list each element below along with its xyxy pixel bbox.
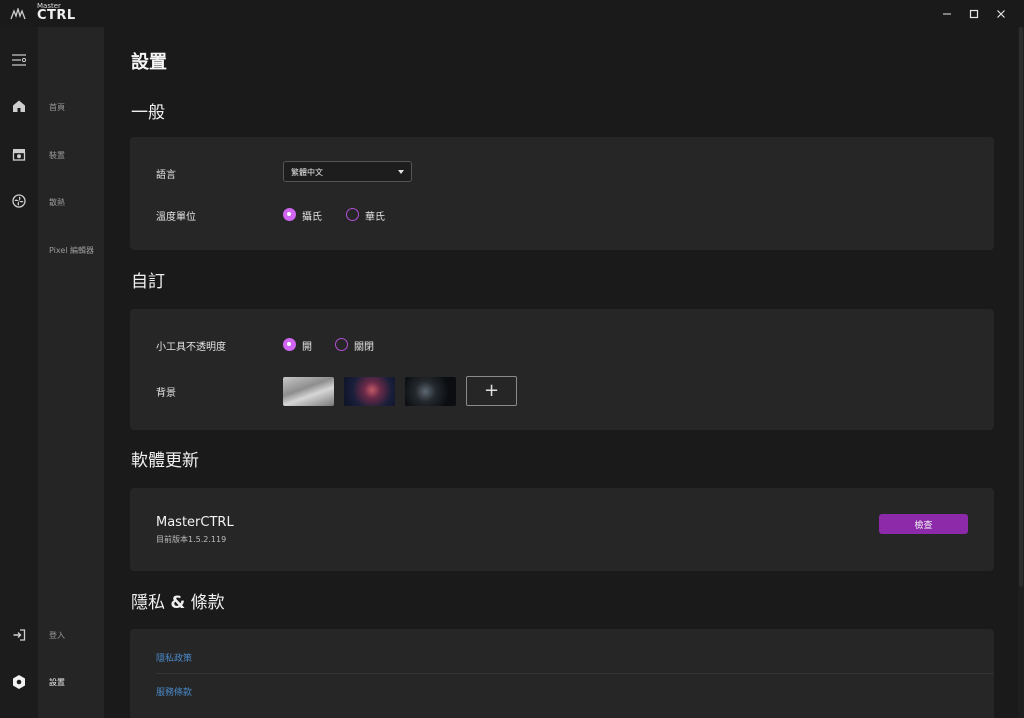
check-update-button[interactable]: 檢查 bbox=[879, 514, 968, 534]
sidebar-item-pixel-editor[interactable]: Pixel 編輯器 bbox=[49, 245, 94, 256]
celsius-radio[interactable] bbox=[283, 208, 296, 221]
logo-big-text: CTRL bbox=[37, 8, 76, 23]
divider bbox=[156, 673, 994, 674]
update-card: MasterCTRL 目前版本1.5.2.119 檢查 bbox=[130, 488, 994, 571]
close-button[interactable] bbox=[988, 0, 1014, 27]
device-icon bbox=[12, 149, 26, 161]
sidebar-item-login[interactable]: 登入 bbox=[49, 630, 65, 641]
mastercooler-logo-icon bbox=[10, 8, 26, 20]
collapse-menu-icon bbox=[12, 54, 27, 66]
celsius-label[interactable]: 攝氏 bbox=[302, 208, 322, 223]
main-content: 設置 一般 語言 繁體中文 溫度單位 攝氏 華氏 自訂 小工具不透明度 開 關閉… bbox=[104, 27, 1018, 718]
background-thumbnail[interactable] bbox=[283, 377, 334, 406]
chevron-down-icon bbox=[398, 170, 404, 174]
collapse-menu-button[interactable] bbox=[10, 51, 28, 69]
privacy-title-ampersand: & bbox=[170, 593, 186, 613]
privacy-policy-link[interactable]: 隱私政策 bbox=[156, 651, 192, 664]
minimize-button[interactable] bbox=[934, 0, 960, 27]
background-thumbnail[interactable] bbox=[344, 377, 395, 406]
opacity-off-label[interactable]: 關閉 bbox=[354, 338, 374, 353]
rail-item-device[interactable] bbox=[10, 145, 28, 163]
language-select-value: 繁體中文 bbox=[291, 168, 323, 177]
privacy-title-part2: 條款 bbox=[185, 593, 225, 613]
terms-of-service-link[interactable]: 服務條款 bbox=[156, 685, 192, 698]
home-icon bbox=[13, 100, 25, 112]
fahrenheit-radio[interactable] bbox=[346, 208, 359, 221]
section-title-custom: 自訂 bbox=[131, 272, 165, 292]
minimize-icon bbox=[943, 13, 951, 14]
background-thumbnail[interactable] bbox=[405, 377, 456, 406]
language-label: 語言 bbox=[156, 170, 176, 181]
fan-icon bbox=[12, 194, 26, 208]
sidebar-item-device[interactable]: 裝置 bbox=[49, 150, 65, 161]
login-icon bbox=[13, 629, 26, 641]
sidebar-item-settings[interactable]: 設置 bbox=[49, 677, 65, 688]
privacy-card: 隱私政策 服務條款 bbox=[130, 629, 994, 718]
opacity-on-label[interactable]: 開 bbox=[302, 338, 312, 353]
section-title-privacy: 隱私 & 條款 bbox=[131, 588, 225, 613]
opacity-on-radio[interactable] bbox=[283, 338, 296, 351]
section-title-general: 一般 bbox=[131, 103, 165, 123]
sidebar: 首頁 裝置 散熱 Pixel 編輯器 登入 設置 bbox=[38, 27, 104, 718]
close-icon bbox=[997, 9, 1005, 18]
rail-item-home[interactable] bbox=[10, 97, 28, 115]
rail-item-settings[interactable] bbox=[10, 673, 28, 691]
maximize-button[interactable] bbox=[961, 0, 987, 27]
sidebar-item-cooling[interactable]: 散熱 bbox=[49, 197, 65, 208]
custom-card: 小工具不透明度 開 關閉 背景 + bbox=[130, 309, 994, 430]
maximize-icon bbox=[969, 9, 979, 18]
widget-opacity-label: 小工具不透明度 bbox=[156, 342, 226, 353]
general-card: 語言 繁體中文 溫度單位 攝氏 華氏 bbox=[130, 137, 994, 250]
sidebar-item-home[interactable]: 首頁 bbox=[49, 102, 65, 113]
scrollbar[interactable] bbox=[1018, 27, 1024, 718]
language-select[interactable]: 繁體中文 bbox=[283, 161, 412, 182]
app-name: MasterCTRL bbox=[156, 515, 234, 530]
opacity-off-radio[interactable] bbox=[335, 338, 348, 351]
temperature-unit-label: 溫度單位 bbox=[156, 212, 196, 223]
privacy-title-part1: 隱私 bbox=[131, 593, 171, 613]
title-bar: Master CTRL bbox=[0, 0, 1024, 27]
rail-item-cooling[interactable] bbox=[10, 192, 28, 210]
fahrenheit-label[interactable]: 華氏 bbox=[365, 208, 385, 223]
background-label: 背景 bbox=[156, 388, 176, 399]
settings-gear-icon bbox=[13, 675, 25, 689]
app-logo: Master CTRL bbox=[37, 3, 76, 23]
icon-rail bbox=[0, 27, 38, 718]
current-version: 目前版本1.5.2.119 bbox=[156, 535, 227, 544]
page-title: 設置 bbox=[131, 52, 167, 73]
section-title-update: 軟體更新 bbox=[131, 451, 199, 471]
add-background-button[interactable]: + bbox=[466, 376, 517, 406]
rail-item-login[interactable] bbox=[10, 626, 28, 644]
scrollbar-thumb[interactable] bbox=[1019, 27, 1023, 587]
